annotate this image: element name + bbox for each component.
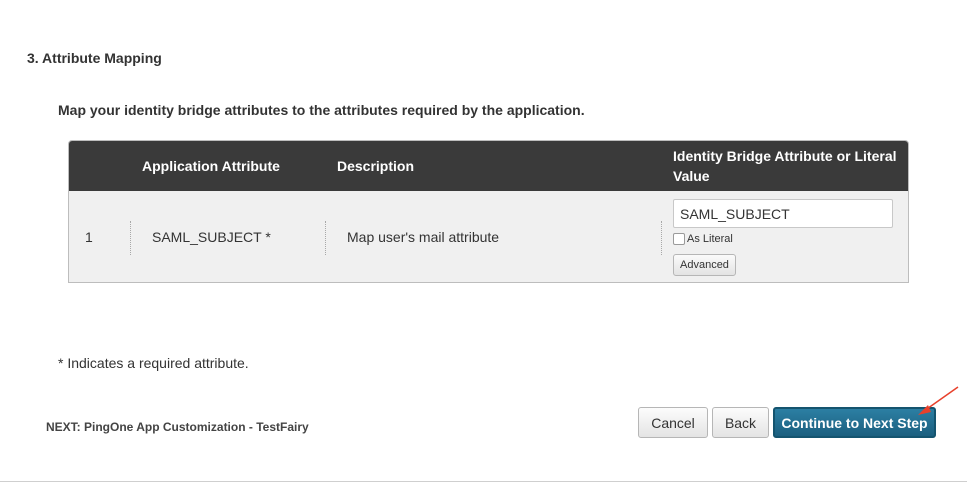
as-literal-checkbox[interactable]	[673, 233, 685, 245]
table-row: 1 SAML_SUBJECT * Map user's mail attribu…	[69, 191, 908, 282]
next-step-label: NEXT: PingOne App Customization - TestFa…	[46, 420, 309, 434]
bottom-divider	[0, 481, 967, 482]
column-divider	[661, 221, 662, 255]
column-divider	[130, 221, 131, 255]
as-literal-option[interactable]: As Literal	[673, 233, 733, 245]
required-attribute-note: * Indicates a required attribute.	[58, 355, 249, 371]
header-description: Description	[337, 158, 415, 174]
advanced-button[interactable]: Advanced	[673, 254, 736, 276]
back-button[interactable]: Back	[712, 407, 769, 438]
red-arrow-icon	[918, 386, 959, 415]
intro-text: Map your identity bridge attributes to t…	[58, 102, 585, 118]
section-title: 3. Attribute Mapping	[27, 50, 162, 66]
header-application-attribute: Application Attribute	[142, 158, 280, 174]
table-header: Application Attribute Description Identi…	[69, 141, 908, 191]
identity-bridge-attribute-input[interactable]	[673, 199, 893, 228]
column-divider	[325, 221, 326, 255]
row-application-attribute: SAML_SUBJECT *	[152, 229, 271, 245]
row-description: Map user's mail attribute	[347, 229, 500, 245]
header-identity-bridge: Identity Bridge Attribute or Literal Val…	[673, 148, 897, 184]
cancel-button[interactable]: Cancel	[638, 407, 708, 438]
row-number: 1	[85, 229, 93, 245]
as-literal-label: As Literal	[687, 233, 733, 245]
attribute-mapping-table: Application Attribute Description Identi…	[68, 140, 909, 283]
